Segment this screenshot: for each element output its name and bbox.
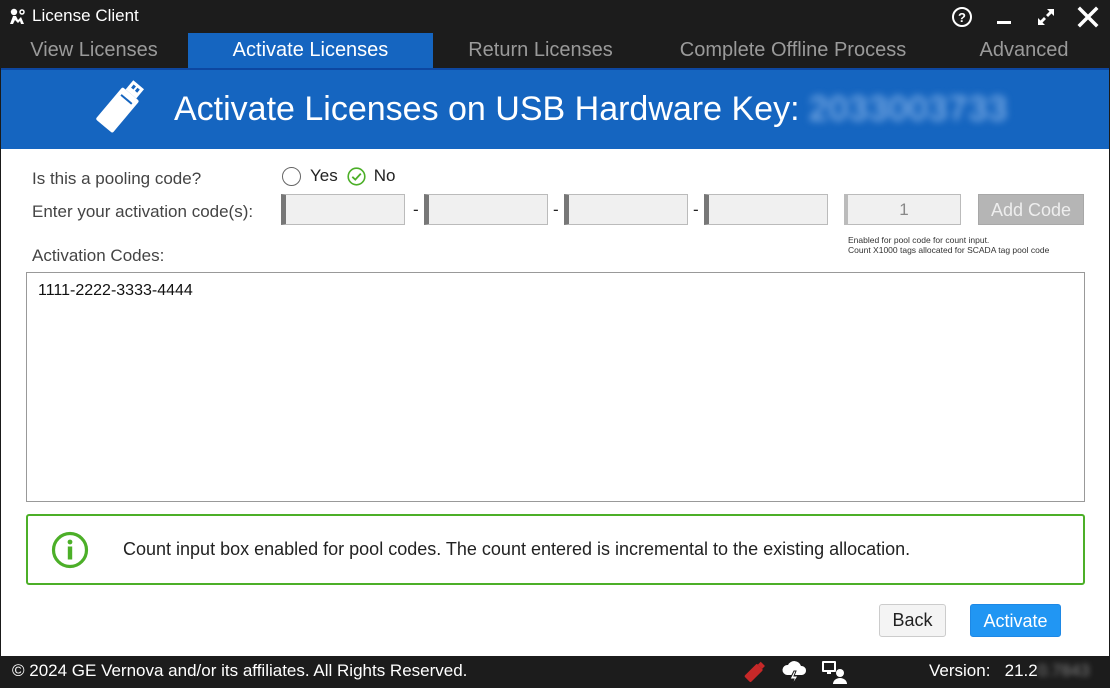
help-icon: ? — [952, 7, 972, 27]
count-hint-line: Count X1000 tags allocated for SCADA tag… — [848, 245, 1050, 255]
add-code-button[interactable]: Add Code — [978, 194, 1084, 225]
page-banner: Activate Licenses on USB Hardware Key: 2… — [1, 68, 1109, 149]
title-bar: License Client ? — [0, 0, 1110, 33]
help-button[interactable]: ? — [949, 4, 975, 30]
pooling-no-label[interactable]: No — [374, 166, 396, 186]
main-content: Is this a pooling code? Yes No Enter you… — [1, 149, 1109, 656]
cloud-lightning-icon[interactable] — [780, 659, 808, 685]
app-logo-icon — [10, 8, 25, 24]
code-separator: - — [413, 200, 419, 219]
pooling-yes-radio[interactable] — [282, 166, 301, 186]
status-bar: © 2024 GE Vernova and/or its affiliates.… — [0, 656, 1110, 688]
tab-complete-offline-process[interactable]: Complete Offline Process — [648, 33, 938, 68]
tab-return-licenses[interactable]: Return Licenses — [433, 33, 648, 68]
code-segment-1-input[interactable] — [281, 194, 405, 225]
back-button[interactable]: Back — [879, 604, 946, 637]
pooling-yes-label[interactable]: Yes — [310, 166, 338, 186]
page-title: Activate Licenses on USB Hardware Key: 2… — [174, 90, 1008, 129]
activate-button[interactable]: Activate — [970, 604, 1061, 637]
version-info: Version: 21.20.7843 — [929, 661, 1090, 681]
code-separator: - — [693, 200, 699, 219]
close-icon — [1077, 6, 1099, 28]
pooling-radio-group: Yes No — [282, 166, 395, 186]
count-hint: Enabled for pool code for count input. C… — [848, 235, 1049, 255]
code-segment-4-input[interactable] — [704, 194, 828, 225]
svg-text:?: ? — [958, 10, 966, 25]
close-button[interactable] — [1075, 4, 1101, 30]
info-message-box: Count input box enabled for pool codes. … — [26, 514, 1085, 585]
usb-key-icon — [96, 80, 145, 133]
activation-code-label: Enter your activation code(s): — [32, 202, 254, 221]
remote-desktop-icon[interactable] — [820, 659, 848, 685]
count-input[interactable]: 1 — [844, 194, 961, 225]
hardware-key-id: 2033003733 — [808, 90, 1009, 128]
app-title: License Client — [32, 6, 139, 25]
tab-bar: View Licenses Activate Licenses Return L… — [0, 33, 1110, 68]
version-hidden-suffix: 0.7843 — [1037, 661, 1090, 680]
minimize-icon — [997, 21, 1011, 24]
pooling-question-label: Is this a pooling code? — [32, 169, 202, 188]
activation-code-entry: 1111-2222-3333-4444 — [38, 282, 193, 299]
tab-advanced[interactable]: Advanced — [938, 33, 1110, 68]
maximize-icon — [1038, 9, 1054, 25]
code-separator: - — [553, 200, 559, 219]
usb-key-status-icon[interactable] — [740, 659, 768, 685]
info-message-text: Count input box enabled for pool codes. … — [123, 539, 911, 559]
count-hint-line: Enabled for pool code for count input. — [848, 235, 990, 245]
info-icon — [51, 531, 89, 569]
version-value: 21.2 — [1004, 661, 1038, 680]
activation-codes-label: Activation Codes: — [32, 246, 165, 265]
code-segment-3-input[interactable] — [564, 194, 688, 225]
copyright-text: © 2024 GE Vernova and/or its affiliates.… — [12, 661, 468, 680]
maximize-button[interactable] — [1033, 4, 1059, 30]
code-segment-2-input[interactable] — [424, 194, 548, 225]
minimize-button[interactable] — [991, 4, 1017, 30]
tab-activate-licenses[interactable]: Activate Licenses — [188, 33, 433, 68]
pooling-no-radio[interactable] — [347, 166, 366, 186]
version-label: Version: — [929, 661, 991, 680]
activation-codes-textarea[interactable]: 1111-2222-3333-4444 — [26, 272, 1085, 502]
page-title-text: Activate Licenses on USB Hardware Key: — [174, 90, 800, 128]
tab-view-licenses[interactable]: View Licenses — [0, 33, 188, 68]
